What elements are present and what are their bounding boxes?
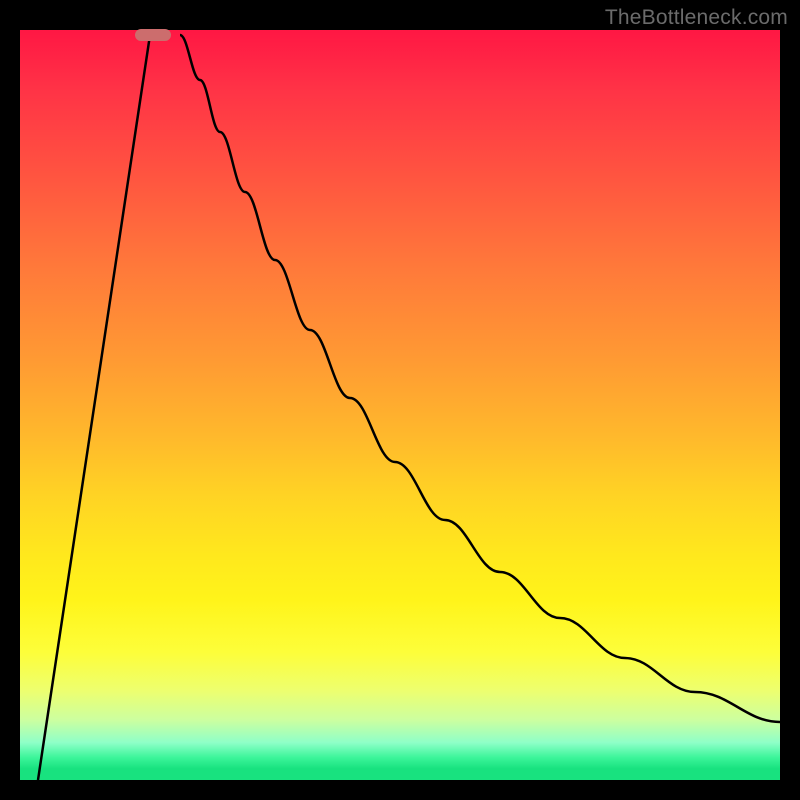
chart-container: TheBottleneck.com (0, 0, 800, 800)
bottleneck-marker (135, 29, 171, 41)
curve-left-line (38, 35, 150, 780)
watermark-text: TheBottleneck.com (605, 6, 788, 30)
curve-right-branch (180, 35, 780, 722)
chart-curve (20, 30, 780, 780)
